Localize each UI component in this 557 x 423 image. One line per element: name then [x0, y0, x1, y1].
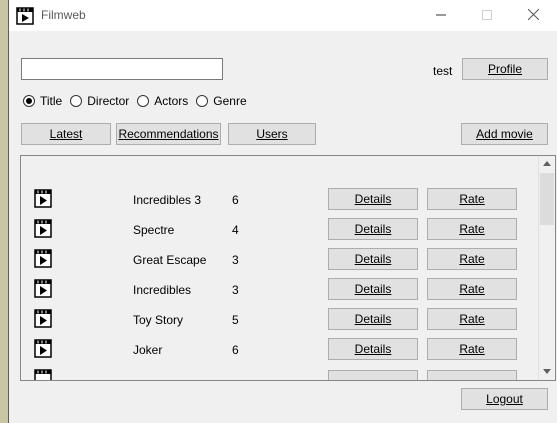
details-button[interactable]: Details	[328, 248, 418, 270]
rate-button[interactable]: Rate	[427, 308, 517, 330]
list-item: Incredibles 3 Details Rate	[21, 275, 539, 305]
window-title: Filmweb	[41, 8, 86, 22]
radio-circle	[196, 95, 209, 107]
radio-circle	[23, 95, 35, 107]
clapperboard-icon	[34, 188, 52, 211]
latest-button[interactable]: Latest	[21, 123, 111, 145]
users-button[interactable]: Users	[228, 123, 316, 145]
scroll-down-arrow-icon[interactable]	[543, 369, 551, 374]
details-button[interactable]: Details	[328, 218, 418, 240]
details-button-partial[interactable]	[328, 370, 418, 380]
close-button[interactable]	[510, 0, 556, 31]
movie-title: Great Escape	[133, 253, 207, 267]
rate-button[interactable]: Rate	[427, 338, 517, 360]
movie-list-content: Incredibles 3 6 Details Rate Spectre 4 D…	[21, 156, 539, 380]
radio-title[interactable]: Title	[23, 94, 62, 108]
rate-button[interactable]: Rate	[427, 188, 517, 210]
clapperboard-icon	[34, 338, 52, 361]
minimize-button[interactable]	[418, 0, 464, 31]
rate-button[interactable]: Rate	[427, 278, 517, 300]
movie-rating: 4	[232, 223, 239, 237]
details-button[interactable]: Details	[328, 188, 418, 210]
list-item: Great Escape 3 Details Rate	[21, 245, 539, 275]
list-item-partial	[21, 365, 539, 380]
radio-dot	[26, 98, 32, 104]
radio-circle	[70, 95, 83, 107]
clapperboard-icon	[34, 278, 52, 301]
minimize-icon	[436, 9, 446, 23]
movie-title: Spectre	[133, 223, 175, 237]
movie-title: Incredibles 3	[133, 193, 202, 207]
title-bar: Filmweb	[9, 0, 557, 31]
radio-label: Director	[87, 94, 130, 108]
maximize-button[interactable]	[464, 0, 510, 31]
movie-list[interactable]: Incredibles 3 6 Details Rate Spectre 4 D…	[20, 155, 556, 381]
movie-rating: 6	[232, 343, 239, 357]
list-item: Spectre 4 Details Rate	[21, 215, 539, 245]
list-item: Toy Story 5 Details Rate	[21, 305, 539, 335]
search-input[interactable]	[21, 58, 223, 80]
clapperboard-icon	[34, 218, 52, 241]
profile-button[interactable]: Profile	[462, 58, 548, 80]
maximize-icon	[482, 9, 492, 23]
search-type-group: Title Director Actors Genre	[23, 94, 255, 108]
movie-title: Toy Story	[133, 313, 184, 327]
radio-label: Actors	[154, 94, 189, 108]
list-item: Incredibles 3 6 Details Rate	[21, 185, 539, 215]
movie-rating: 3	[232, 253, 239, 267]
app-window: Filmweb test Profile Title Director Acto…	[8, 0, 557, 423]
rate-button[interactable]: Rate	[427, 218, 517, 240]
clapperboard-icon	[34, 248, 52, 271]
radio-circle	[137, 95, 150, 107]
username-label: test	[433, 64, 453, 78]
add-movie-button[interactable]: Add movie	[461, 123, 548, 145]
details-button[interactable]: Details	[328, 338, 418, 360]
clapperboard-icon	[34, 368, 52, 380]
recommendations-button[interactable]: Recommendations	[116, 123, 221, 145]
movie-title: Incredibles	[133, 283, 192, 297]
movie-title: Joker	[133, 343, 163, 357]
radio-label: Genre	[213, 94, 247, 108]
logout-button[interactable]: Logout	[461, 388, 548, 410]
close-icon	[527, 8, 539, 23]
rate-button-partial[interactable]	[427, 370, 517, 380]
clapperboard-icon	[34, 308, 52, 331]
rate-button[interactable]: Rate	[427, 248, 517, 270]
details-button[interactable]: Details	[328, 308, 418, 330]
movie-rating: 5	[232, 313, 239, 327]
scroll-up-arrow-icon[interactable]	[543, 161, 551, 166]
radio-label: Title	[40, 94, 63, 108]
movie-rating: 3	[232, 283, 239, 297]
radio-director[interactable]: Director	[70, 94, 129, 108]
details-button[interactable]: Details	[328, 278, 418, 300]
clapperboard-icon	[16, 7, 34, 28]
scroll-thumb[interactable]	[540, 173, 554, 225]
vertical-scrollbar[interactable]	[538, 156, 555, 380]
radio-genre[interactable]: Genre	[196, 94, 247, 108]
movie-rating: 6	[232, 193, 239, 207]
radio-actors[interactable]: Actors	[137, 94, 188, 108]
list-item: Joker 6 Details Rate	[21, 335, 539, 365]
